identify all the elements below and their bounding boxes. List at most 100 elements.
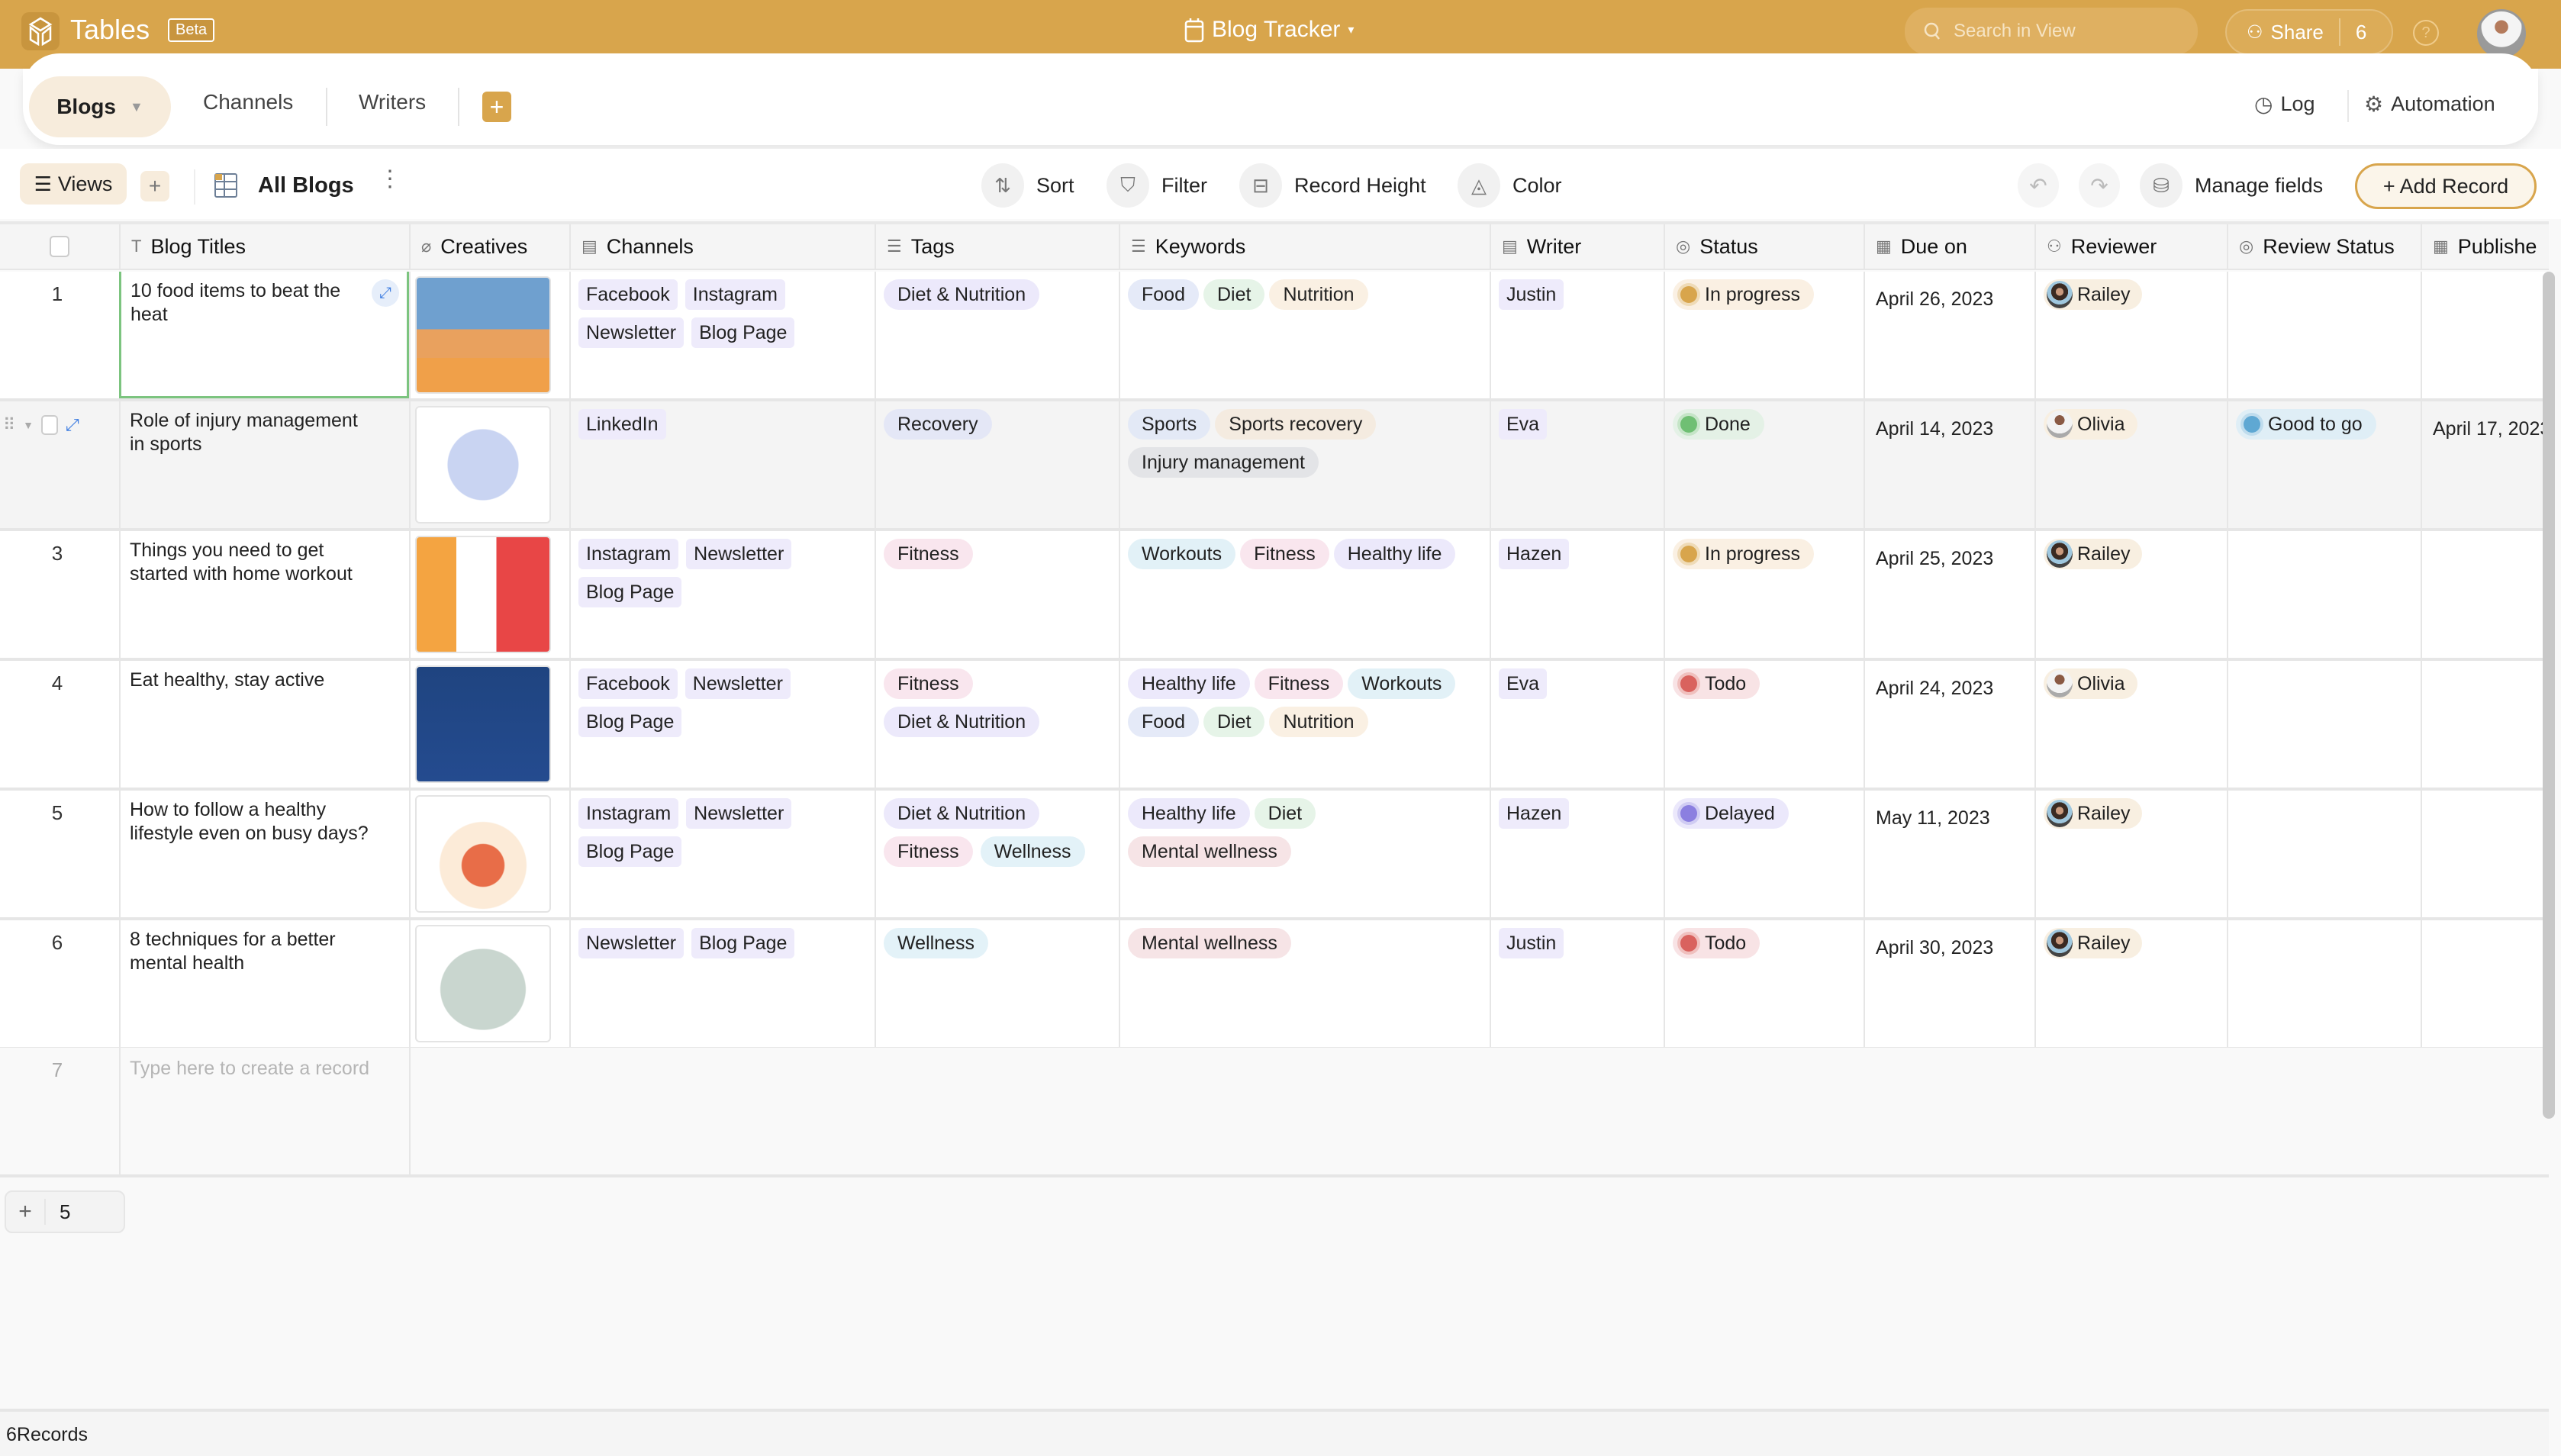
tags-cell[interactable]: Fitness Diet & Nutrition [875,661,1119,788]
status-cell[interactable]: Todo [1664,661,1864,788]
add-record-button[interactable]: + Add Record [2355,163,2537,209]
reviewer-chip[interactable]: Olivia [2044,668,2137,699]
channel-chip[interactable]: Facebook [578,668,678,699]
status-cell[interactable]: In progress [1664,272,1864,398]
published-cell[interactable] [2421,920,2549,1047]
reviewer-cell[interactable]: Olivia [2034,661,2227,788]
channels-cell[interactable]: LinkedIn [569,401,875,528]
blog-title-cell[interactable]: 10 food items to beat the heat ⤢ [119,272,409,398]
blog-title-cell[interactable]: How to follow a healthy lifestyle even o… [119,791,409,917]
tab-writers[interactable]: Writers [359,90,426,114]
published-cell[interactable] [2421,272,2549,398]
reviewer-cell[interactable]: Railey [2034,791,2227,917]
sort-button[interactable]: ⇅ Sort [981,163,1074,208]
published-cell[interactable] [2421,661,2549,788]
status-cell[interactable]: In progress [1664,531,1864,658]
review-status-cell[interactable] [2227,920,2421,1047]
table-row[interactable]: 4 Eat healthy, stay active Facebook Newslet… [0,661,2549,791]
review-status-cell[interactable] [2227,531,2421,658]
vertical-scrollbar[interactable] [2543,272,2555,1119]
channels-cell[interactable]: Instagram Newsletter Blog Page [569,531,875,658]
due-date-cell[interactable]: April 24, 2023 [1864,661,2034,788]
column-header-published[interactable]: ▦ Publishe [2421,224,2549,269]
channels-cell[interactable]: Facebook Newsletter Blog Page [569,661,875,788]
reviewer-chip[interactable]: Railey [2044,539,2143,569]
share-button[interactable]: ⚇ Share 6 [2225,9,2393,55]
tab-channels[interactable]: Channels [203,90,293,114]
blog-title-cell[interactable]: Eat healthy, stay active [119,661,409,788]
due-date-cell[interactable]: April 26, 2023 [1864,272,2034,398]
writer-cell[interactable]: Justin [1490,920,1664,1047]
current-view[interactable]: All Blogs [214,172,354,198]
creative-thumbnail[interactable] [415,665,551,783]
table-row[interactable]: 6 8 techniques for a better mental health… [0,920,2549,1050]
table-row[interactable]: 5 How to follow a healthy lifestyle even … [0,791,2549,920]
writer-cell[interactable]: Eva [1490,401,1664,528]
channels-cell[interactable]: Instagram Newsletter Blog Page [569,791,875,917]
blog-title-cell[interactable]: Things you need to get started with home… [119,531,409,658]
creative-thumbnail[interactable] [415,276,551,394]
log-button[interactable]: ◷ Log [2254,92,2315,117]
writer-cell[interactable]: Hazen [1490,791,1664,917]
due-date-cell[interactable]: May 11, 2023 [1864,791,2034,917]
column-header-keywords[interactable]: ☰ Keywords [1119,224,1490,269]
writer-cell[interactable]: Hazen [1490,531,1664,658]
channel-chip[interactable]: Newsletter [578,317,685,348]
channel-chip[interactable]: Blog Page [578,707,682,737]
keywords-cell[interactable]: Sports Sports recovery Injury management [1119,401,1490,528]
tags-cell[interactable]: Wellness [875,920,1119,1047]
blog-title-cell[interactable]: 8 techniques for a better mental health [119,920,409,1047]
status-cell[interactable]: Delayed [1664,791,1864,917]
writer-chip[interactable]: Justin [1499,279,1564,310]
keywords-cell[interactable]: Mental wellness [1119,920,1490,1047]
column-header-reviewer[interactable]: ⚇ Reviewer [2034,224,2227,269]
channel-chip[interactable]: Blog Page [578,836,682,867]
table-row[interactable]: 1 10 food items to beat the heat ⤢ Facebook… [0,272,2549,401]
review-status-cell[interactable]: Good to go [2227,401,2421,528]
creatives-cell[interactable] [409,401,569,528]
reviewer-cell[interactable]: Railey [2034,920,2227,1047]
creatives-cell[interactable] [409,661,569,788]
channel-chip[interactable]: Newsletter [686,539,792,569]
column-header-channels[interactable]: ▤ Channels [569,224,875,269]
writer-chip[interactable]: Hazen [1499,798,1570,829]
reviewer-chip[interactable]: Railey [2044,928,2143,958]
keywords-cell[interactable]: Food Diet Nutrition [1119,272,1490,398]
channel-chip[interactable]: Newsletter [685,668,791,699]
doc-title-dropdown[interactable]: Blog Tracker ▾ [1184,17,1354,43]
drag-handle-icon[interactable]: ⠿ [3,415,15,435]
reviewer-cell[interactable]: Railey [2034,272,2227,398]
published-cell[interactable] [2421,531,2549,658]
expand-record-icon[interactable]: ⤢ [66,415,79,435]
manage-fields-button[interactable]: ⛁ Manage fields [2140,163,2323,208]
search-input[interactable]: Search in View [1905,8,2198,55]
tab-blogs[interactable]: Blogs ▼ [29,76,171,137]
filter-button[interactable]: ⛉ Filter [1107,163,1207,208]
channel-chip[interactable]: Newsletter [686,798,792,829]
user-avatar[interactable] [2477,9,2526,58]
column-header-due-on[interactable]: ▦ Due on [1864,224,2034,269]
channel-chip[interactable]: Blog Page [691,928,795,958]
channels-cell[interactable]: Newsletter Blog Page [569,920,875,1047]
reviewer-cell[interactable]: Railey [2034,531,2227,658]
undo-button[interactable]: ↶ [2018,163,2059,208]
writer-chip[interactable]: Eva [1499,668,1548,699]
views-button[interactable]: ☰ Views [20,163,127,205]
tags-cell[interactable]: Recovery [875,401,1119,528]
writer-cell[interactable]: Justin [1490,272,1664,398]
due-date-cell[interactable]: April 14, 2023 [1864,401,2034,528]
column-header-blog-titles[interactable]: T Blog Titles [119,224,409,269]
creative-thumbnail[interactable] [415,925,551,1042]
record-height-button[interactable]: ⊟ Record Height [1239,163,1426,208]
blog-title-cell[interactable]: Role of injury management in sports [119,401,409,528]
caret-down-icon[interactable]: ▼ [23,419,34,431]
tags-cell[interactable]: Fitness [875,531,1119,658]
keywords-cell[interactable]: Healthy life Diet Mental wellness [1119,791,1490,917]
tags-cell[interactable]: Diet & Nutrition [875,272,1119,398]
reviewer-chip[interactable]: Railey [2044,798,2143,829]
creative-thumbnail[interactable] [415,406,551,523]
creatives-cell[interactable] [409,531,569,658]
column-header-review-status[interactable]: ◎ Review Status [2227,224,2421,269]
channels-cell[interactable]: Facebook Instagram Newsletter Blog Page [569,272,875,398]
channel-chip[interactable]: Blog Page [691,317,795,348]
